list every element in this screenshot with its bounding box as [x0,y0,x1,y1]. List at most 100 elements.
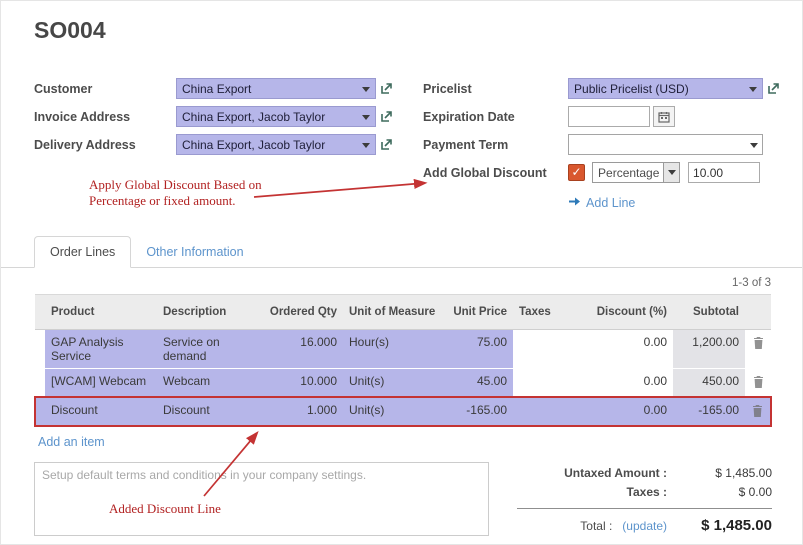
pricelist-value: Public Pricelist (USD) [574,82,689,96]
cell-subtotal: 450.00 [673,369,745,398]
pricelist-field-row: Pricelist Public Pricelist (USD) [423,78,802,99]
col-taxes: Taxes [513,295,563,330]
order-lines-table: Product Description Ordered Qty Unit of … [34,294,772,427]
discount-type-select[interactable]: Percentage [592,162,680,183]
trash-icon[interactable] [752,405,763,417]
cell-unit-price: -165.00 [439,397,513,426]
cell-unit-of-measure: Unit(s) [343,397,439,426]
col-unit-price: Unit Price [439,295,513,330]
delete-row-cell [745,330,771,369]
customer-value: China Export [182,82,251,96]
drag-handle-column [35,295,45,330]
totals-divider [517,508,772,509]
payment-term-field-row: Payment Term [423,134,802,155]
cell-discount: 0.00 [563,369,673,398]
payment-term-label: Payment Term [423,138,568,152]
tab-order-lines[interactable]: Order Lines [34,236,131,268]
cell-unit-of-measure: Hour(s) [343,330,439,369]
col-unit-of-measure: Unit of Measure [343,295,439,330]
cell-product: [WCAM] Webcam [45,369,157,398]
taxes-value: $ 0.00 [667,485,772,499]
arrow-right-icon [568,196,581,210]
discount-type-value: Percentage [598,166,659,180]
customer-field-row: Customer China Export [34,78,393,99]
total-row: Total : (update) $ 1,485.00 [517,517,772,534]
customer-select[interactable]: China Export [176,78,376,99]
cell-product: GAP Analysis Service [45,330,157,369]
table-row[interactable]: GAP Analysis Service Service on demand 1… [35,330,771,369]
untaxed-amount-row: Untaxed Amount : $ 1,485.00 [517,466,772,480]
cell-subtotal: -165.00 [673,397,745,426]
col-description: Description [157,295,257,330]
trash-icon[interactable] [753,337,764,349]
invoice-address-value: China Export, Jacob Taylor [182,110,325,124]
cell-description: Webcam [157,369,257,398]
invoice-address-label: Invoice Address [34,110,176,124]
delivery-address-field-row: Delivery Address China Export, Jacob Tay… [34,134,393,155]
chevron-down-icon [362,143,370,148]
cell-taxes [513,369,563,398]
invoice-address-select[interactable]: China Export, Jacob Taylor [176,106,376,127]
cell-discount: 0.00 [563,397,673,426]
delivery-address-select[interactable]: China Export, Jacob Taylor [176,134,376,155]
global-discount-label: Add Global Discount [423,166,568,180]
pager: 1-3 of 3 [1,277,771,289]
payment-term-select[interactable] [568,134,763,155]
drag-handle [35,369,45,398]
cell-ordered-qty: 1.000 [257,397,343,426]
col-delete [745,295,771,330]
invoice-address-field-row: Invoice Address China Export, Jacob Tayl… [34,106,393,127]
page-title: SO004 [34,17,802,44]
taxes-label: Taxes : [627,485,667,499]
external-link-icon[interactable] [380,110,393,123]
pricelist-select[interactable]: Public Pricelist (USD) [568,78,763,99]
table-row[interactable]: [WCAM] Webcam Webcam 10.000 Unit(s) 45.0… [35,369,771,398]
tab-other-information[interactable]: Other Information [131,237,258,267]
cell-unit-price: 45.00 [439,369,513,398]
total-value: $ 1,485.00 [677,517,772,534]
delete-row-cell [745,369,771,398]
cell-unit-price: 75.00 [439,330,513,369]
calendar-icon[interactable] [653,106,675,127]
expiration-date-label: Expiration Date [423,110,568,124]
cell-ordered-qty: 10.000 [257,369,343,398]
expiration-date-field-row: Expiration Date [423,106,802,127]
delivery-address-label: Delivery Address [34,138,176,152]
cell-product: Discount [45,397,157,426]
untaxed-amount-label: Untaxed Amount : [564,466,667,480]
col-ordered-qty: Ordered Qty [257,295,343,330]
col-discount: Discount (%) [563,295,673,330]
cell-description: Discount [157,397,257,426]
chevron-down-icon [663,163,679,182]
delete-row-cell [745,397,771,426]
table-row-discount-line[interactable]: Discount Discount 1.000 Unit(s) -165.00 … [35,397,771,426]
totals-panel: Untaxed Amount : $ 1,485.00 Taxes : $ 0.… [517,462,772,539]
form-right-column: Pricelist Public Pricelist (USD) Expirat… [423,78,802,210]
chevron-down-icon [362,115,370,120]
notebook-tabs: Order Lines Other Information [1,236,802,268]
add-an-item-link[interactable]: Add an item [38,435,105,449]
total-label: Total : [580,519,612,533]
annotation-global-discount: Apply Global Discount Based on Percentag… [89,177,287,210]
cell-ordered-qty: 16.000 [257,330,343,369]
expiration-date-input[interactable] [568,106,650,127]
col-product: Product [45,295,157,330]
cell-description: Service on demand [157,330,257,369]
update-total-link[interactable]: (update) [622,519,667,533]
add-line-label: Add Line [586,196,635,210]
chevron-down-icon [750,143,758,148]
sale-order-form: SO004 Customer China Export Invoice Addr… [0,0,803,545]
customer-label: Customer [34,82,176,96]
external-link-icon[interactable] [380,82,393,95]
trash-icon[interactable] [753,376,764,388]
discount-amount-input[interactable] [688,162,760,183]
cell-taxes [513,397,563,426]
table-header-row: Product Description Ordered Qty Unit of … [35,295,771,330]
add-line-link[interactable]: Add Line [568,196,635,210]
annotation-discount-line: Added Discount Line [109,501,221,517]
global-discount-checkbox[interactable] [568,164,585,181]
terms-notes-textarea[interactable] [34,462,489,536]
external-link-icon[interactable] [380,138,393,151]
external-link-icon[interactable] [767,82,780,95]
drag-handle [35,330,45,369]
